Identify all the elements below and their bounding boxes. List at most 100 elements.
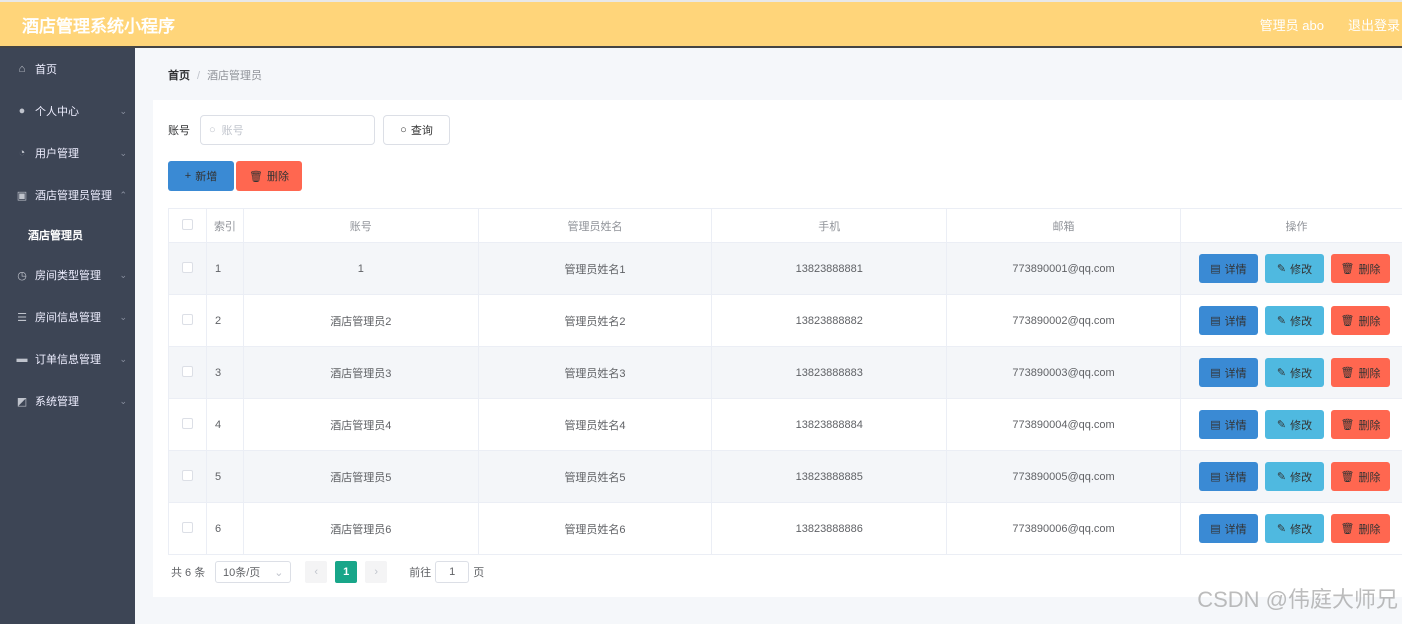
content-card: 账号 ○ 账号 ○ 查询 + 新增 🗑 删除 索引 账号 管理员姓名 手机 邮箱 操作 1 1 管… [153, 100, 1402, 597]
edit-button[interactable]: ✎ 修改 [1264, 514, 1324, 543]
cell-name: 管理员姓名6 [477, 502, 713, 555]
chevron-up-icon: ⌃ [119, 189, 127, 200]
chevron-down-icon: ⌄ [119, 269, 127, 280]
detail-button[interactable]: ▤ 详情 [1198, 254, 1258, 283]
breadcrumb: 首页 / 酒店管理员 [168, 70, 263, 82]
cell-account: 1 [242, 242, 479, 295]
page-1-button[interactable]: 1 [335, 561, 358, 583]
user-icon: ● [18, 105, 26, 117]
column-header-0[interactable] [168, 208, 207, 243]
cell-phone: 13823888886 [711, 502, 948, 555]
prev-page-button[interactable]: ‹ [305, 561, 328, 583]
batch-delete-button[interactable]: 🗑 删除 [236, 161, 302, 191]
row-checkbox[interactable] [181, 417, 193, 429]
row-checkbox[interactable] [181, 365, 193, 377]
sidebar-item-label: 房间类型管理 [35, 270, 101, 282]
document-icon: ▤ [1210, 471, 1221, 483]
sidebar-item-label: 房间信息管理 [35, 312, 101, 324]
current-user: 管理员 abo [1259, 17, 1324, 33]
sidebar-item-label: 个人中心 [35, 106, 79, 118]
cell-index: 4 [205, 398, 244, 451]
cell-name: 管理员姓名2 [477, 294, 713, 347]
home-icon: ⌂ [18, 63, 26, 75]
select-all-checkbox[interactable] [181, 218, 193, 230]
column-header-6: 操作 [1179, 208, 1402, 243]
cell-email: 773890002@qq.com [946, 294, 1181, 347]
cell-email: 773890005@qq.com [946, 450, 1181, 503]
delete-button[interactable]: 🗑 删除 [1330, 306, 1390, 335]
sidebar-item-label: 系统管理 [35, 396, 79, 408]
sidebar-item-4[interactable]: ◷ 房间类型管理 ⌄ [0, 254, 135, 296]
delete-button[interactable]: 🗑 删除 [1330, 462, 1390, 491]
table-row: 5 酒店管理员5 管理员姓名5 13823888885 773890005@qq… [168, 450, 1402, 503]
detail-button[interactable]: ▤ 详情 [1198, 410, 1258, 439]
trash-icon: 🗑 [1340, 367, 1355, 379]
sidebar-subitem-0[interactable]: 酒店管理员 [0, 216, 135, 254]
row-checkbox[interactable] [181, 261, 193, 273]
chevron-down-icon: ⌄ [119, 105, 127, 116]
table-row: 3 酒店管理员3 管理员姓名3 13823888883 773890003@qq… [168, 346, 1402, 399]
row-checkbox[interactable] [181, 313, 193, 325]
logout-link[interactable]: 退出登录 [1348, 15, 1400, 34]
goto-page-input[interactable]: 1 [435, 561, 470, 583]
sidebar-item-0[interactable]: ⌂ 首页 [0, 48, 135, 90]
cell-account: 酒店管理员6 [242, 502, 479, 555]
trash-icon: 🗑 [1340, 523, 1355, 535]
page-size-select[interactable]: 10条/页 ⌄ [215, 561, 292, 583]
account-label: 账号 [168, 125, 190, 137]
column-header-5: 邮箱 [946, 208, 1181, 243]
sidebar-item-5[interactable]: ☰ 房间信息管理 ⌄ [0, 296, 135, 338]
breadcrumb-home[interactable]: 首页 [168, 70, 190, 82]
detail-button[interactable]: ▤ 详情 [1198, 462, 1258, 491]
edit-button[interactable]: ✎ 修改 [1264, 306, 1324, 335]
query-button[interactable]: ○ 查询 [383, 115, 450, 145]
delete-button[interactable]: 🗑 删除 [1330, 514, 1390, 543]
table-row: 4 酒店管理员4 管理员姓名4 13823888884 773890004@qq… [168, 398, 1402, 451]
delete-button[interactable]: 🗑 删除 [1330, 358, 1390, 387]
edit-button[interactable]: ✎ 修改 [1264, 410, 1324, 439]
chevron-down-icon: ⌄ [119, 395, 127, 406]
detail-button[interactable]: ▤ 详情 [1198, 306, 1258, 335]
cell-name: 管理员姓名3 [477, 346, 713, 399]
total-count: 共 6 条 [171, 567, 206, 579]
cell-index: 3 [205, 346, 244, 399]
document-icon: ▤ [1210, 523, 1221, 535]
edit-button[interactable]: ✎ 修改 [1264, 254, 1324, 283]
sidebar-item-6[interactable]: ▬ 订单信息管理 ⌄ [0, 338, 135, 380]
cell-phone: 13823888881 [711, 242, 948, 295]
cell-name: 管理员姓名4 [477, 398, 713, 451]
trash-icon: 🗑 [1340, 263, 1355, 275]
trash-icon: 🗑 [249, 170, 263, 183]
sidebar-item-label: 首页 [35, 64, 57, 76]
delete-button[interactable]: 🗑 删除 [1330, 254, 1390, 283]
cell-index: 5 [205, 450, 244, 503]
detail-button[interactable]: ▤ 详情 [1198, 358, 1258, 387]
row-checkbox[interactable] [181, 469, 193, 481]
search-icon: ○ [400, 124, 407, 136]
next-page-button[interactable]: › [365, 561, 388, 583]
table-row: 2 酒店管理员2 管理员姓名2 13823888882 773890002@qq… [168, 294, 1402, 347]
sidebar-item-3[interactable]: ▣ 酒店管理员管理 ⌃ [0, 174, 135, 216]
add-button[interactable]: + 新增 [168, 161, 234, 191]
edit-button[interactable]: ✎ 修改 [1264, 358, 1324, 387]
pagination: 共 6 条 10条/页 ⌄ ‹ 1 › 前往 1 页 [171, 561, 484, 583]
clipboard-icon: ▣ [16, 189, 28, 202]
sidebar-item-1[interactable]: ● 个人中心 ⌄ [0, 90, 135, 132]
cell-phone: 13823888884 [711, 398, 948, 451]
row-checkbox[interactable] [181, 521, 193, 533]
delete-button[interactable]: 🗑 删除 [1330, 410, 1390, 439]
trash-icon: 🗑 [1340, 315, 1355, 327]
sidebar-item-7[interactable]: ◩ 系统管理 ⌄ [0, 380, 135, 422]
table-row: 1 1 管理员姓名1 13823888881 773890001@qq.com … [168, 242, 1402, 295]
list-icon: ☰ [17, 311, 27, 324]
cell-phone: 13823888882 [711, 294, 948, 347]
cell-phone: 13823888885 [711, 450, 948, 503]
table-row: 6 酒店管理员6 管理员姓名6 13823888886 773890006@qq… [168, 502, 1402, 555]
account-search-input[interactable]: ○ 账号 [200, 115, 375, 145]
sidebar-item-2[interactable]: ◔ 用户管理 ⌄ [0, 132, 135, 174]
edit-button[interactable]: ✎ 修改 [1264, 462, 1324, 491]
pencil-icon: ✎ [1276, 263, 1287, 275]
detail-button[interactable]: ▤ 详情 [1198, 514, 1258, 543]
monitor-icon: ▬ [16, 353, 28, 365]
sidebar-item-label: 订单信息管理 [35, 354, 101, 366]
